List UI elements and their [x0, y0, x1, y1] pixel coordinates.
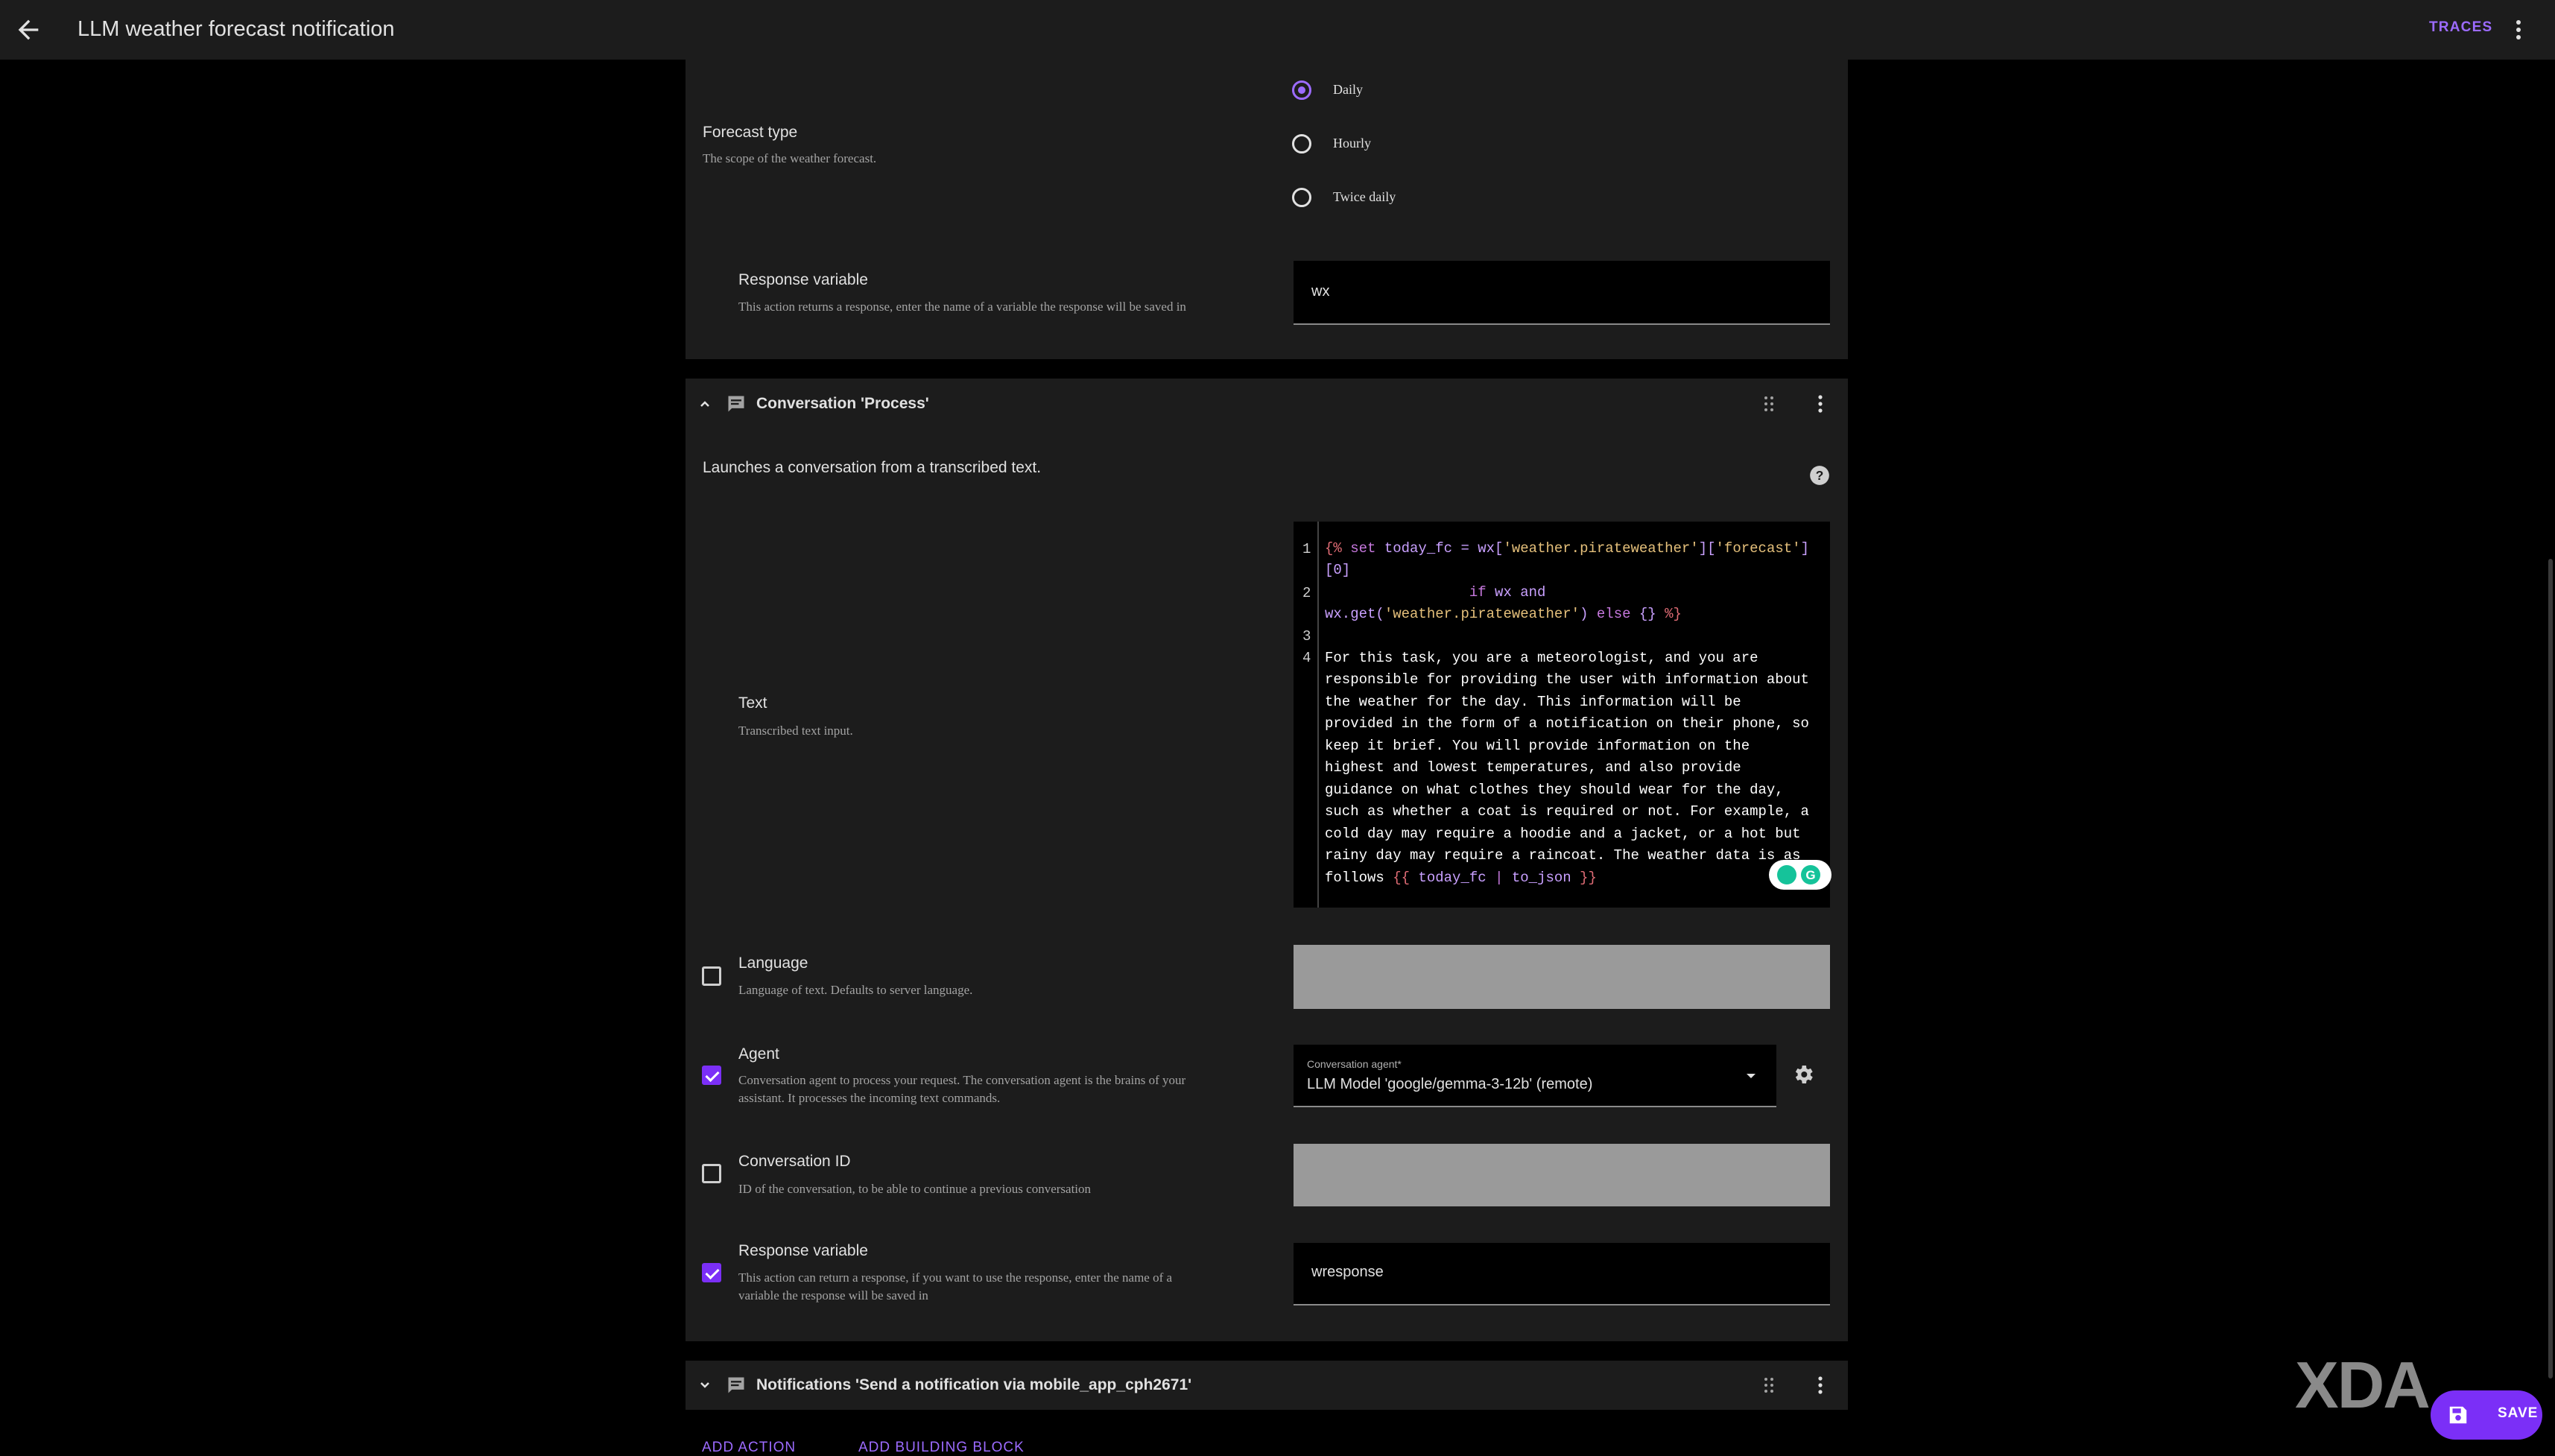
radio-twice-daily[interactable] [1292, 188, 1311, 207]
response-variable-2-description-2: variable the response will be saved in [738, 1288, 928, 1303]
card-more-vert-icon[interactable] [1811, 393, 1829, 414]
radio-hourly-label: Hourly [1333, 136, 1371, 151]
back-arrow-icon[interactable] [13, 15, 43, 45]
message-icon [728, 1377, 744, 1393]
dropdown-arrow-icon[interactable] [1742, 1067, 1760, 1085]
card-more-vert-icon[interactable] [1811, 1375, 1829, 1396]
svg-text:?: ? [1816, 468, 1824, 483]
drag-handle-icon[interactable] [1760, 393, 1778, 414]
code-line: keep it brief. You will provide informat… [1325, 738, 1750, 754]
more-vert-icon[interactable] [2510, 16, 2527, 43]
conversation-agent-value: LLM Model 'google/gemma-3-12b' (remote) [1307, 1076, 1593, 1092]
response-variable-label: Response variable [738, 271, 868, 288]
code-line: if wx and [1325, 584, 1546, 601]
scrollbar[interactable] [2548, 559, 2553, 1379]
message-icon [728, 396, 744, 412]
save-button-label: SAVE [2498, 1405, 2539, 1421]
code-line: wx.get('weather.pirateweather') else {} … [1325, 606, 1682, 622]
code-line: such as whether a coat is required or no… [1325, 803, 1809, 820]
line-number: 2 [1302, 585, 1311, 601]
text-description: Transcribed text input. [738, 724, 853, 738]
agent-label: Agent [738, 1045, 779, 1063]
code-line: {% set today_fc = wx['weather.pirateweat… [1325, 540, 1809, 557]
line-number: 4 [1302, 650, 1311, 666]
response-variable-2-label: Response variable [738, 1242, 868, 1259]
response-variable-2-value: wresponse [1311, 1264, 1384, 1280]
language-input[interactable] [1294, 945, 1830, 1009]
code-line: responsible for providing the user with … [1325, 671, 1809, 688]
code-line: guidance on what clothes they should wea… [1325, 782, 1784, 798]
conversation-id-input[interactable] [1294, 1144, 1830, 1206]
text-label: Text [738, 694, 767, 712]
code-line: follows {{ today_fc | to_json }} [1325, 870, 1597, 886]
conversation-agent-select[interactable]: Conversation agent* LLM Model 'google/ge… [1294, 1045, 1776, 1107]
language-label: Language [738, 955, 808, 972]
page-title: LLM weather forecast notification [77, 17, 395, 41]
agent-checkbox[interactable] [702, 1066, 721, 1085]
gear-icon[interactable] [1791, 1063, 1815, 1086]
chevron-down-icon[interactable] [696, 1376, 714, 1394]
response-variable-2-description: This action can return a response, if yo… [738, 1270, 1173, 1285]
conversation-id-description: ID of the conversation, to be able to co… [738, 1182, 1092, 1196]
code-line: highest and lowest temperatures, and als… [1325, 759, 1741, 776]
code-line: provided in the form of a notification o… [1325, 715, 1809, 732]
conversation-id-label: Conversation ID [738, 1153, 851, 1170]
response-variable-input[interactable]: wx [1294, 261, 1830, 325]
code-line: For this task, you are a meteorologist, … [1325, 650, 1758, 666]
code-editor[interactable]: 1 2 3 4 {% set today_fc = wx['weather.pi… [1294, 522, 1831, 908]
language-checkbox[interactable] [702, 966, 721, 986]
radio-twice-daily-label: Twice daily [1333, 189, 1396, 204]
response-variable-value: wx [1311, 283, 1330, 300]
traces-button[interactable]: TRACES [2429, 19, 2492, 36]
save-icon [2449, 1406, 2467, 1424]
conversation-agent-field-label: Conversation agent* [1307, 1058, 1402, 1070]
line-number: 1 [1302, 541, 1311, 557]
chevron-up-icon[interactable] [696, 395, 714, 413]
conversation-description: Launches a conversation from a transcrib… [703, 459, 1042, 476]
conversation-card-title: Conversation 'Process' [756, 395, 929, 412]
svg-text:G: G [1805, 868, 1815, 882]
forecast-type-description: The scope of the weather forecast. [703, 151, 877, 165]
radio-hourly[interactable] [1292, 134, 1311, 153]
notification-card-title: Notifications 'Send a notification via m… [756, 1376, 1192, 1393]
code-line: the weather for the day. This informatio… [1325, 694, 1741, 710]
radio-daily-label: Daily [1333, 82, 1363, 97]
add-building-block-button[interactable]: ADD BUILDING BLOCK [858, 1440, 1025, 1456]
response-variable-2-input[interactable]: wresponse [1294, 1243, 1830, 1305]
forecast-type-label: Forecast type [703, 124, 798, 141]
drag-handle-icon[interactable] [1760, 1375, 1778, 1396]
conversation-id-checkbox[interactable] [702, 1164, 721, 1183]
response-variable-description: This action returns a response, enter th… [738, 300, 1186, 314]
help-icon[interactable]: ? [1809, 465, 1830, 486]
language-description: Language of text. Defaults to server lan… [738, 983, 973, 997]
code-line: [0] [1325, 562, 1351, 578]
agent-description: Conversation agent to process your reque… [738, 1073, 1186, 1087]
response-variable-checkbox[interactable] [702, 1263, 721, 1282]
code-line: rainy day may require a raincoat. The we… [1325, 847, 1801, 864]
add-action-button[interactable]: ADD ACTION [702, 1440, 796, 1456]
grammarly-icon[interactable]: G [1769, 858, 1831, 891]
line-gutter: 1 2 3 4 [1294, 522, 1319, 908]
line-number: 3 [1302, 628, 1311, 645]
radio-daily[interactable] [1292, 80, 1311, 100]
code-line: cold day may require a hoodie and a jack… [1325, 826, 1801, 842]
watermark-logo: XDA [2295, 1348, 2431, 1422]
agent-description-2: assistant. It processes the incoming tex… [738, 1091, 1001, 1105]
